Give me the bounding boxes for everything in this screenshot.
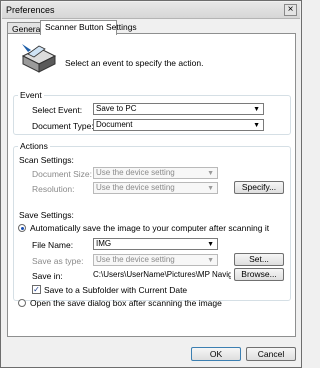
auto-save-radio[interactable] [18,224,26,232]
ok-button[interactable]: OK [191,347,241,361]
set-button[interactable]: Set... [234,253,284,266]
actions-group-label: Actions [18,141,50,151]
file-name-label: File Name: [32,240,74,250]
instruction-text: Select an event to specify the action. [65,58,204,68]
save-as-type-dropdown[interactable]: Use the device setting ▼ [93,254,218,266]
cancel-button[interactable]: Cancel [246,347,296,361]
window-title: Preferences [6,5,55,15]
specify-button[interactable]: Specify... [234,181,284,194]
browse-button[interactable]: Browse... [234,268,284,281]
close-icon[interactable]: × [284,4,297,16]
chevron-down-icon: ▼ [207,185,214,192]
preferences-window: Preferences × General Scanner Button Set… [0,0,302,368]
document-type-dropdown[interactable]: Document ▼ [93,119,264,131]
chevron-down-icon: ▼ [253,106,260,113]
document-size-dropdown[interactable]: Use the device setting ▼ [93,167,218,179]
resolution-value: Use the device setting [96,183,175,192]
chevron-down-icon: ▼ [207,257,214,264]
chevron-down-icon: ▼ [207,170,214,177]
document-type-label: Document Type: [32,121,94,131]
save-in-label: Save in: [32,271,63,281]
document-size-value: Use the device setting [96,168,175,177]
file-name-combobox[interactable]: IMG ▼ [93,238,218,250]
chevron-down-icon: ▼ [207,241,214,248]
select-event-label: Select Event: [32,105,83,115]
scanner-icon [21,44,57,73]
save-in-path: C:\Users\UserName\Pictures\MP Navigat [93,270,231,279]
scan-settings-label: Scan Settings: [19,155,74,165]
open-dialog-radio[interactable] [18,299,26,307]
tab-panel: Select an event to specify the action. E… [7,33,296,337]
save-as-type-label: Save as type: [32,256,84,266]
open-dialog-label[interactable]: Open the save dialog box after scanning … [30,298,222,308]
chevron-down-icon: ▼ [253,122,260,129]
save-settings-label: Save Settings: [19,210,74,220]
subfolder-checkbox[interactable]: ✓ [32,285,41,294]
event-group-label: Event [18,90,44,100]
tab-scanner-button-settings[interactable]: Scanner Button Settings [40,20,137,35]
resolution-label: Resolution: [32,184,75,194]
save-as-type-value: Use the device setting [96,255,175,264]
title-bar: Preferences × [2,2,300,19]
document-size-label: Document Size: [32,169,92,179]
subfolder-label[interactable]: Save to a Subfolder with Current Date [44,285,187,295]
resolution-dropdown[interactable]: Use the device setting ▼ [93,182,218,194]
auto-save-label[interactable]: Automatically save the image to your com… [30,223,269,233]
file-name-value: IMG [96,239,112,248]
select-event-value: Save to PC [96,104,137,113]
document-type-value: Document [96,120,133,129]
select-event-dropdown[interactable]: Save to PC ▼ [93,103,264,115]
